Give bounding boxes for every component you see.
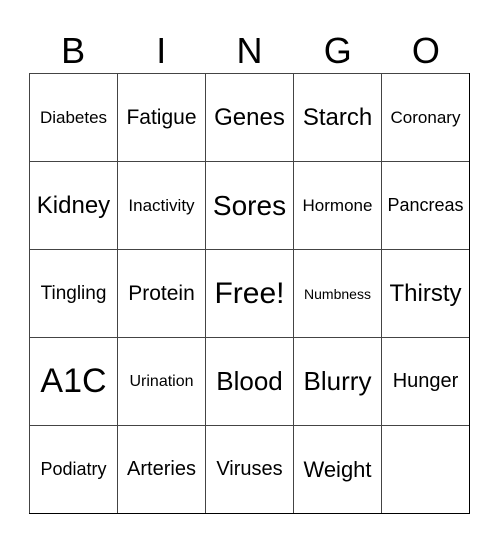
header-letter-o: O — [411, 30, 440, 71]
bingo-cell[interactable]: Kidney — [29, 161, 117, 249]
bingo-cell[interactable]: Urination — [117, 337, 205, 425]
bingo-cell[interactable]: Diabetes — [29, 73, 117, 161]
bingo-cell[interactable]: Inactivity — [117, 161, 205, 249]
header-letter-g: G — [323, 30, 352, 71]
bingo-cell[interactable]: Coronary — [381, 73, 469, 161]
bingo-cell[interactable]: Viruses — [205, 425, 293, 513]
free-space-cell[interactable]: Free! — [205, 249, 293, 337]
bingo-cell[interactable]: Thirsty — [381, 249, 469, 337]
bingo-cell[interactable]: Podiatry — [29, 425, 117, 513]
bingo-cell[interactable]: Numbness — [293, 249, 381, 337]
bingo-cell[interactable]: Sores — [205, 161, 293, 249]
bingo-cell[interactable]: Fatigue — [117, 73, 205, 161]
header-letter-b: B — [61, 30, 86, 71]
empty-bingo-cell[interactable] — [381, 425, 469, 513]
bingo-cell[interactable]: Pancreas — [381, 161, 469, 249]
header-letter-i: I — [156, 30, 167, 71]
bingo-cell[interactable]: Starch — [293, 73, 381, 161]
bingo-card-grid: Diabetes Fatigue Genes Starch Coronary K… — [29, 73, 470, 514]
bingo-cell[interactable]: Arteries — [117, 425, 205, 513]
bingo-cell[interactable]: Blood — [205, 337, 293, 425]
header-letter-n: N — [236, 30, 263, 71]
bingo-cell[interactable]: Protein — [117, 249, 205, 337]
bingo-header: B I N G O — [29, 28, 470, 74]
bingo-cell[interactable]: Hormone — [293, 161, 381, 249]
bingo-cell[interactable]: A1C — [29, 337, 117, 425]
bingo-cell[interactable]: Genes — [205, 73, 293, 161]
bingo-cell[interactable]: Blurry — [293, 337, 381, 425]
bingo-cell[interactable]: Tingling — [29, 249, 117, 337]
bingo-cell[interactable]: Weight — [293, 425, 381, 513]
bingo-cell[interactable]: Hunger — [381, 337, 469, 425]
